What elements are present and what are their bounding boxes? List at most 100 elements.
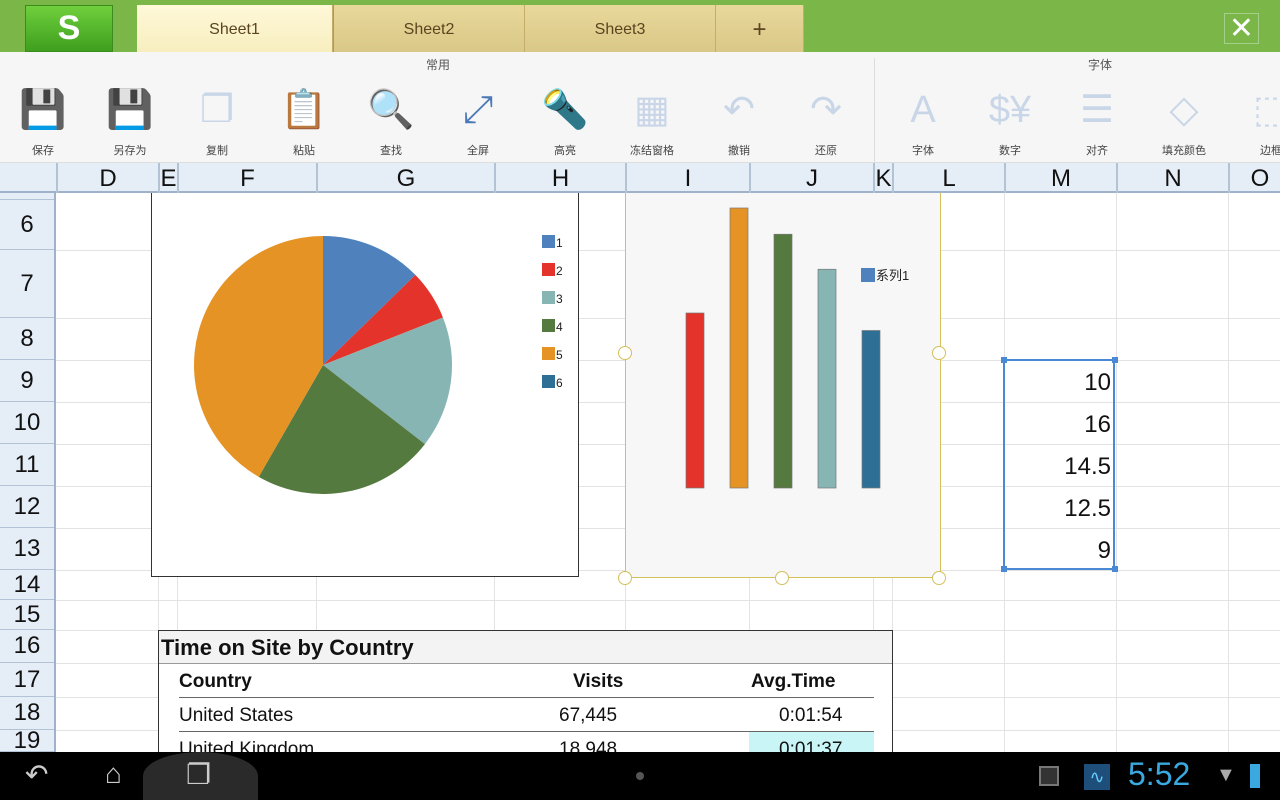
border-icon: ⬚ [1253,89,1280,131]
tool-paste[interactable]: 📋 粘贴 [269,82,339,158]
app-logo-button[interactable]: S [25,5,113,52]
bar-chart[interactable]: 系列1 [625,193,941,578]
row-header-5[interactable] [0,193,54,200]
column-header-I[interactable]: I [625,163,749,193]
tool-highlight[interactable]: 🔦 高亮 [530,82,600,158]
column-header-N[interactable]: N [1116,163,1228,193]
tool-border[interactable]: ⬚ 边框 [1236,82,1280,158]
add-sheet-button[interactable]: + [716,5,804,52]
legend-label: 3 [556,292,563,306]
home-icon[interactable]: ⌂ [105,758,122,790]
cell-selection[interactable] [1003,359,1115,570]
tool-label: 填充颜色 [1162,145,1206,157]
column-header-G[interactable]: G [316,163,494,193]
back-icon[interactable]: ↶ [25,758,48,791]
row-header-19[interactable]: 19 [0,727,54,754]
gallery-notification-icon[interactable] [1039,766,1059,786]
column-header-F[interactable]: F [177,163,316,193]
app-notification-icon[interactable]: ∿ [1084,764,1110,790]
copy-icon: ❐ [199,89,235,131]
chart-resize-handle[interactable] [618,346,632,360]
data-table: Time on Site by Country Country Visits A… [158,630,893,766]
column-header-K[interactable]: K [873,163,892,193]
legend-label: 1 [556,236,563,250]
tool-undo[interactable]: ↶ 撤销 [704,82,774,158]
align-icon: ☰ [1079,89,1115,131]
tool-label: 粘贴 [293,145,315,157]
column-header-O[interactable]: O [1228,163,1280,193]
column-header-L[interactable]: L [892,163,1004,193]
column-header-M[interactable]: M [1004,163,1116,193]
tool-redo[interactable]: ↷ 还原 [791,82,861,158]
header-avg-time: Avg.Time [751,671,836,692]
gridline [56,600,1280,601]
tab-sheet3[interactable]: Sheet3 [525,5,716,52]
pie-chart[interactable]: 1 2 3 4 5 6 [151,193,579,577]
column-header-D[interactable]: D [56,163,158,193]
tool-label: 查找 [380,145,402,157]
tool-label: 对齐 [1086,145,1108,157]
bar-2[interactable] [729,207,749,489]
header-country: Country [179,671,252,692]
tool-label: 保存 [32,145,54,157]
save-as-icon: 💾 [106,89,154,131]
find-icon: 🔍 [367,89,415,131]
legend-swatch [542,263,555,276]
tool-freeze-panes[interactable]: ▦ 冻结窗格 [617,82,687,158]
battery-icon [1250,764,1260,788]
row-header-12[interactable]: 12 [0,486,54,528]
tab-sheet1[interactable]: Sheet1 [137,5,333,52]
tool-label: 高亮 [554,145,576,157]
tool-copy[interactable]: ❐ 复制 [182,82,252,158]
row-header-13[interactable]: 13 [0,528,54,570]
row-header-9[interactable]: 9 [0,360,54,402]
tab-sheet2[interactable]: Sheet2 [334,5,525,52]
row-header-10[interactable]: 10 [0,402,54,444]
group-label-font: 字体 [1088,58,1113,72]
selection-handle[interactable] [1112,357,1118,363]
row-header-11[interactable]: 11 [0,444,54,486]
selection-handle[interactable] [1001,357,1007,363]
tool-label: 撤销 [728,145,750,157]
chart-resize-handle[interactable] [932,346,946,360]
row-header-8[interactable]: 8 [0,318,54,360]
chart-resize-handle[interactable] [618,571,632,585]
tool-find[interactable]: 🔍 查找 [356,82,426,158]
chart-resize-handle[interactable] [775,571,789,585]
selection-handle[interactable] [1001,566,1007,572]
cell-visits: 67,445 [559,705,618,726]
row-header-7[interactable]: 7 [0,250,54,318]
tool-fill-color[interactable]: ◇ 填充颜色 [1149,82,1219,158]
clock[interactable]: 5:52 [1128,756,1190,793]
column-header-J[interactable]: J [749,163,873,193]
bar-5[interactable] [861,330,881,489]
menu-dot-icon[interactable] [636,772,644,780]
column-header-H[interactable]: H [494,163,625,193]
tool-number-format[interactable]: $¥ 数字 [975,82,1045,158]
row-header-14[interactable]: 14 [0,570,54,600]
chart-resize-handle[interactable] [932,571,946,585]
row-header-18[interactable]: 18 [0,697,54,730]
toolbar: 常用 字体 💾 保存 💾 另存为 ❐ 复制 📋 粘贴 🔍 查找 ⤢ 全屏 🔦 高亮 ▦ 冻结窗格 ↶ 撤销 ↷ 还原 A… [0,52,1280,163]
tool-label: 另存为 [113,145,147,157]
bar-4[interactable] [817,268,837,489]
bar-1[interactable] [685,312,705,489]
tool-font[interactable]: A 字体 [888,82,958,158]
row-header-17[interactable]: 17 [0,663,54,697]
row-header-15[interactable]: 15 [0,600,54,630]
recent-apps-icon[interactable]: ❐ [186,758,211,791]
close-icon[interactable]: ✕ [1224,13,1259,44]
selection-handle[interactable] [1112,566,1118,572]
tool-align[interactable]: ☰ 对齐 [1062,82,1132,158]
freeze-panes-icon: ▦ [634,89,670,131]
tool-fullscreen[interactable]: ⤢ 全屏 [443,82,513,158]
bar-3[interactable] [773,233,793,489]
tool-save[interactable]: 💾 保存 [8,82,78,158]
tool-label: 冻结窗格 [630,145,674,157]
row-header-16[interactable]: 16 [0,630,54,663]
row-header-6[interactable]: 6 [0,200,54,250]
highlight-icon: 🔦 [541,89,589,131]
column-header-E[interactable]: E [158,163,177,193]
font-icon: A [910,89,936,131]
tool-save-as[interactable]: 💾 另存为 [95,82,165,158]
